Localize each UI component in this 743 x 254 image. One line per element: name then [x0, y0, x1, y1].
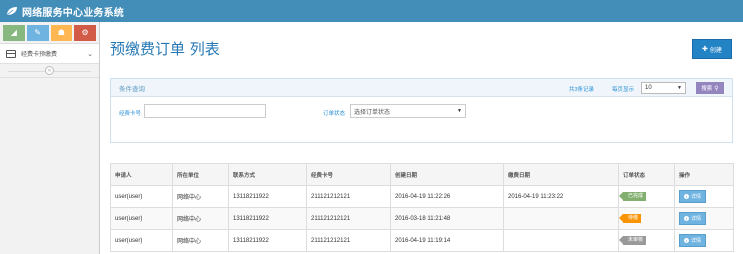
detail-button-label: 详情 — [691, 194, 702, 200]
card-number-label: 经费卡号 — [119, 111, 142, 117]
sidebar: ◢ ✎ ☗ ⚙ 经费卡预缴费 ⌄ « — [0, 22, 100, 254]
status-badge: 待缴 — [619, 214, 642, 223]
order-status-value: 选择订单状态 — [354, 109, 391, 116]
cogs-icon[interactable]: ⚙ — [74, 24, 96, 41]
cell-applicant: user(user) — [110, 207, 173, 230]
cell-paid: 2016-04-19 11:23:22 — [503, 185, 619, 208]
table-header-row: 申请人 所在单位 联系方式 经费卡号 创建日期 缴费日期 订单状态 操作 — [110, 163, 734, 186]
caret-down-icon: ▼ — [457, 108, 462, 114]
cell-card: 211121212121 — [306, 207, 391, 230]
create-button[interactable]: ✚ 创建 — [692, 39, 732, 59]
detail-button[interactable]: i 详情 — [679, 190, 707, 203]
cell-card: 211121212121 — [306, 185, 391, 208]
cell-created: 2016-03-18 11:21:48 — [390, 207, 504, 230]
page-size-value: 10 — [645, 85, 652, 91]
cell-paid — [503, 229, 619, 252]
caret-down-icon: ▼ — [677, 85, 682, 91]
col-status[interactable]: 订单状态 — [618, 163, 675, 186]
table-row: user(user) 网络中心 13118211922 211121212121… — [110, 185, 734, 208]
cell-created: 2016-04-19 11:22:26 — [390, 185, 504, 208]
sidebar-item-label: 经费卡预缴费 — [21, 52, 58, 58]
credit-card-icon — [6, 49, 16, 58]
col-paid[interactable]: 缴费日期 — [503, 163, 619, 186]
detail-button[interactable]: i 详情 — [679, 212, 707, 225]
cell-phone: 13118211922 — [228, 185, 307, 208]
search-button-label: 搜索 — [701, 86, 713, 92]
info-icon: i — [684, 216, 689, 221]
record-count: 共3条记录 — [569, 87, 595, 93]
status-badge: 未审核 — [619, 236, 647, 245]
collapse-icon[interactable]: « — [45, 66, 54, 75]
cell-status: 已完成 — [618, 185, 675, 208]
cell-unit: 网络中心 — [172, 229, 229, 252]
cell-card: 211121212121 — [306, 229, 391, 252]
status-badge: 已完成 — [619, 192, 647, 201]
col-unit[interactable]: 所在单位 — [172, 163, 229, 186]
order-status-label: 订单状态 — [323, 111, 346, 117]
col-card[interactable]: 经费卡号 — [306, 163, 391, 186]
users-icon[interactable]: ☗ — [50, 24, 73, 41]
cell-actions: i 详情 — [674, 207, 734, 230]
cell-unit: 网络中心 — [172, 185, 229, 208]
cell-created: 2016-04-19 11:19:14 — [390, 229, 504, 252]
cell-status: 待缴 — [618, 207, 675, 230]
cell-actions: i 详情 — [674, 229, 734, 252]
leaf-icon — [6, 6, 18, 16]
page-size-select[interactable]: 10 ▼ — [641, 82, 686, 94]
col-actions: 操作 — [674, 163, 734, 186]
cell-unit: 网络中心 — [172, 207, 229, 230]
table-row: user(user) 网络中心 13118211922 211121212121… — [110, 207, 734, 230]
cell-paid — [503, 207, 619, 230]
page-title: 预缴费订单 列表 — [110, 40, 220, 58]
col-applicant[interactable]: 申请人 — [110, 163, 173, 186]
cell-phone: 13118211922 — [228, 229, 307, 252]
plus-icon: ✚ — [702, 46, 708, 53]
pencil-icon[interactable]: ✎ — [26, 24, 49, 41]
cell-phone: 13118211922 — [228, 207, 307, 230]
search-button[interactable]: 搜索 ⚲ — [696, 82, 724, 94]
detail-button-label: 详情 — [691, 216, 702, 222]
query-panel-body: 经费卡号 订单状态 选择订单状态 ▼ — [111, 97, 732, 143]
chevron-down-icon: ⌄ — [87, 50, 93, 58]
query-panel: 条件查询 共3条记录 每页显示 10 ▼ 搜索 ⚲ 经费卡号 订单状态 选择订单… — [110, 78, 733, 143]
cell-status: 未审核 — [618, 229, 675, 252]
info-icon: i — [684, 194, 689, 199]
cell-applicant: user(user) — [110, 185, 173, 208]
signal-icon[interactable]: ◢ — [3, 24, 25, 41]
page-size-label: 每页显示 — [612, 87, 635, 93]
query-panel-title: 条件查询 — [119, 85, 145, 93]
cell-actions: i 详情 — [674, 185, 734, 208]
detail-button[interactable]: i 详情 — [679, 234, 707, 247]
col-created[interactable]: 创建日期 — [390, 163, 504, 186]
orders-table: 申请人 所在单位 联系方式 经费卡号 创建日期 缴费日期 订单状态 操作 use… — [110, 163, 734, 252]
app-title: 网络服务中心业务系统 — [22, 7, 124, 19]
order-status-select[interactable]: 选择订单状态 ▼ — [350, 104, 466, 118]
query-panel-header: 条件查询 共3条记录 每页显示 10 ▼ 搜索 ⚲ — [111, 79, 732, 97]
top-navbar: 网络服务中心业务系统 — [0, 0, 743, 22]
create-button-label: 创建 — [709, 47, 722, 54]
sidebar-collapse: « — [0, 64, 99, 78]
search-icon: ⚲ — [714, 85, 719, 92]
sidebar-item-prepay[interactable]: 经费卡预缴费 ⌄ — [0, 44, 99, 64]
info-icon: i — [684, 238, 689, 243]
card-number-input[interactable] — [144, 104, 266, 118]
detail-button-label: 详情 — [691, 238, 702, 244]
table-row: user(user) 网络中心 13118211922 211121212121… — [110, 229, 734, 252]
cell-applicant: user(user) — [110, 229, 173, 252]
sidebar-shortcuts: ◢ ✎ ☗ ⚙ — [0, 22, 99, 44]
main-content: 预缴费订单 列表 ✚ 创建 条件查询 共3条记录 每页显示 10 ▼ 搜索 ⚲ … — [100, 22, 743, 254]
col-phone[interactable]: 联系方式 — [228, 163, 307, 186]
